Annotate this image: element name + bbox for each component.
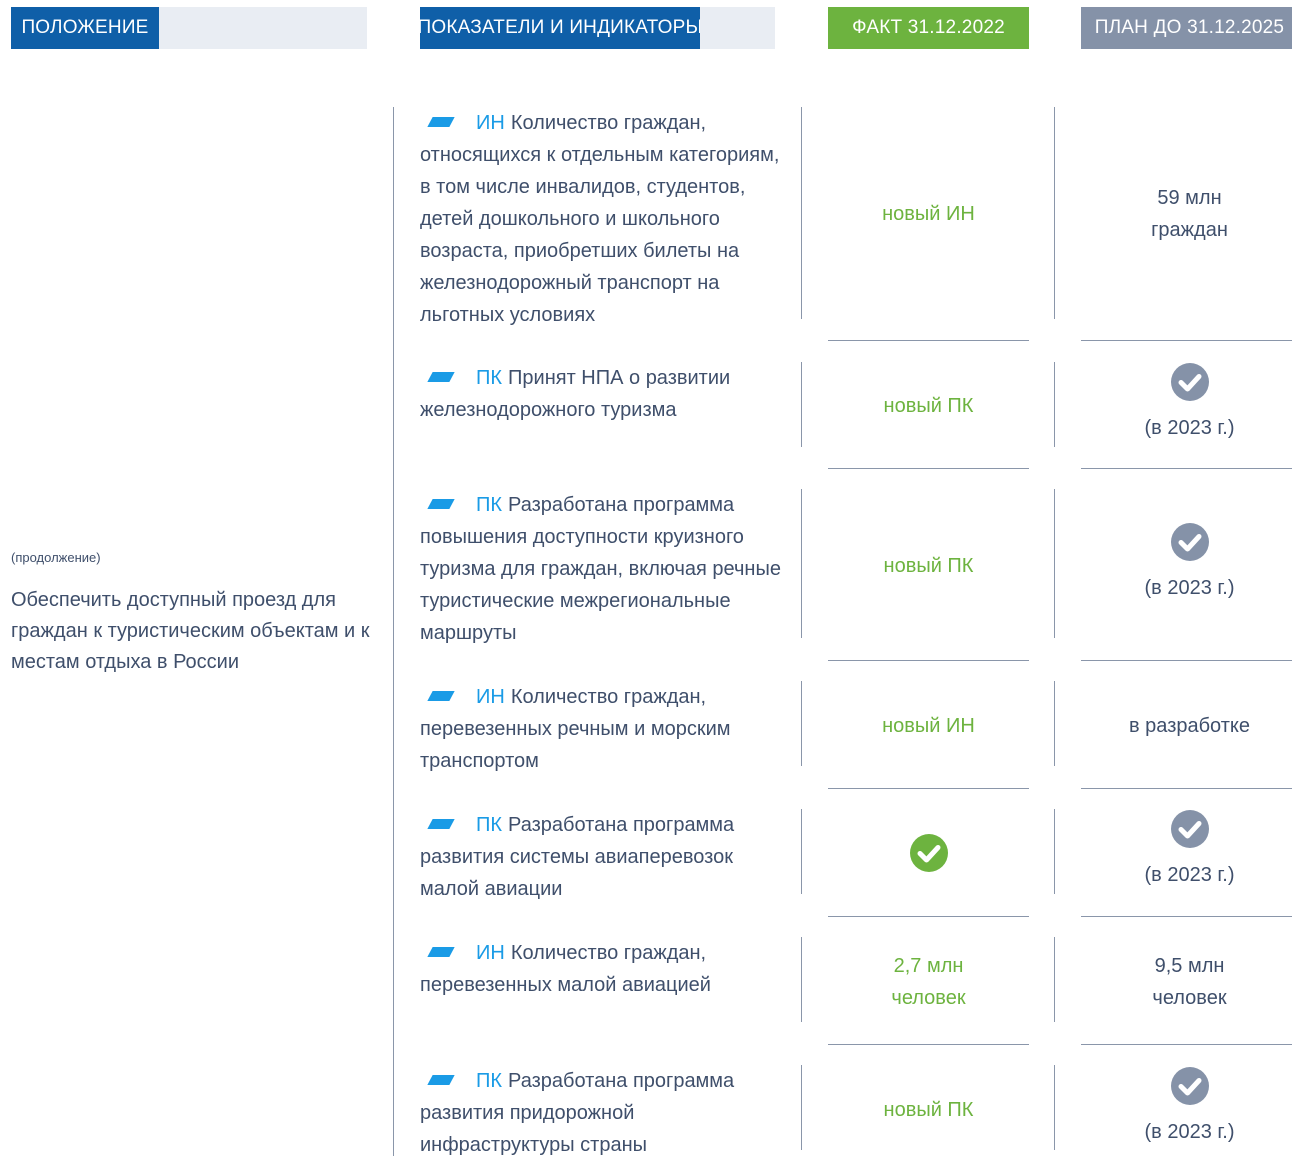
header-position: ПОЛОЖЕНИЕ xyxy=(11,7,367,49)
indicator-marker-icon xyxy=(427,946,455,957)
indicator-text: ПК Разработана программа развития системы… xyxy=(420,809,790,905)
row-separator xyxy=(1081,660,1292,661)
indicator-code: ИН xyxy=(476,942,505,964)
column-divider xyxy=(1054,362,1055,447)
row-separator xyxy=(828,916,1029,917)
fact-value: новый ПК xyxy=(883,1099,974,1121)
indicator-code: ПК xyxy=(476,494,503,516)
plan-value: (в 2023 г.) xyxy=(1081,809,1292,891)
indicator-text: ПК Принят НПА о развитии железнодорожного… xyxy=(420,362,790,426)
column-divider xyxy=(801,107,802,319)
column-divider xyxy=(801,1065,802,1150)
fact-check-icon xyxy=(909,834,948,872)
fact-value: новый ИН xyxy=(882,715,975,737)
plan-value: (в 2023 г.) xyxy=(1081,522,1292,604)
indicator-description: Количество граждан, перевезенных малой а… xyxy=(420,942,711,996)
row-separator xyxy=(1081,340,1292,341)
fact-value: новый ИН xyxy=(882,203,975,225)
row-separator xyxy=(1081,916,1292,917)
column-divider xyxy=(801,809,802,894)
indicator-description: Разработана программа развития придорожн… xyxy=(420,1070,735,1156)
indicator-text: ПК Разработана программа повышения доступ… xyxy=(420,489,790,649)
plan-year: (в 2023 г.) xyxy=(1144,417,1235,439)
indicator-code: ИН xyxy=(476,686,505,708)
row-separator xyxy=(1081,788,1292,789)
column-divider xyxy=(1054,489,1055,638)
indicator-code: ПК xyxy=(476,367,503,389)
header-fact: ФАКТ 31.12.2022 xyxy=(828,7,1029,49)
indicator-code: ИН xyxy=(476,112,505,134)
column-divider xyxy=(1054,681,1055,766)
header-indicators-label: ПОКАЗАТЕЛИ И ИНДИКАТОРЫ xyxy=(417,7,702,49)
column-divider xyxy=(1054,937,1055,1022)
header-fact-label: ФАКТ 31.12.2022 xyxy=(828,7,1029,49)
indicator-description: Количество граждан, относящихся к отдель… xyxy=(420,112,780,326)
column-divider xyxy=(801,937,802,1022)
row-separator xyxy=(1081,1044,1292,1045)
position-text: Обеспечить доступный проезд для граждан … xyxy=(11,589,370,673)
row-separator xyxy=(828,340,1029,341)
fact-value: новый ПК xyxy=(883,555,974,577)
plan-year: (в 2023 г.) xyxy=(1144,864,1235,886)
plan-year: (в 2023 г.) xyxy=(1144,1121,1235,1143)
header-plan: ПЛАН ДО 31.12.2025 xyxy=(1081,7,1292,49)
plan-value: (в 2023 г.) xyxy=(1081,1066,1292,1148)
indicator-description: Принят НПА о развитии железнодорожного т… xyxy=(420,367,731,421)
row-separator xyxy=(1081,468,1292,469)
row-separator xyxy=(828,1044,1029,1045)
indicator-text: ПК Разработана программа развития придоро… xyxy=(420,1065,790,1161)
header-position-label: ПОЛОЖЕНИЕ xyxy=(11,7,159,49)
indicator-marker-icon xyxy=(427,818,455,829)
indicator-code: ПК xyxy=(476,814,503,836)
row-separator xyxy=(828,660,1029,661)
column-divider xyxy=(1054,107,1055,319)
indicator-marker-icon xyxy=(427,371,455,382)
row-separator xyxy=(828,468,1029,469)
column-divider xyxy=(801,489,802,638)
fact-value: новый ПК xyxy=(883,395,974,417)
indicator-marker-icon xyxy=(427,1074,455,1085)
indicator-text: ИН Количество граждан, перевезенных малой… xyxy=(420,937,790,1001)
row-separator xyxy=(828,788,1029,789)
indicator-marker-icon xyxy=(427,498,455,509)
continuation-note: (продолжение) xyxy=(11,550,101,565)
plan-check-icon xyxy=(1170,1067,1209,1105)
plan-value: 59 млн граждан xyxy=(1151,187,1228,241)
fact-value xyxy=(828,833,1029,873)
column-divider xyxy=(801,362,802,447)
column-divider xyxy=(1054,809,1055,894)
indicator-description: Разработана программа повышения доступно… xyxy=(420,494,781,644)
plan-value: в разработке xyxy=(1128,715,1250,737)
column-divider xyxy=(801,681,802,766)
header-plan-label: ПЛАН ДО 31.12.2025 xyxy=(1081,7,1292,49)
fact-value: 2,7 млн человек xyxy=(891,955,966,1009)
header-indicators: ПОКАЗАТЕЛИ И ИНДИКАТОРЫ xyxy=(417,7,775,49)
plan-check-icon xyxy=(1170,810,1209,848)
indicator-text: ИН Количество граждан, относящихся к отде… xyxy=(420,107,790,331)
plan-value: 9,5 млн человек xyxy=(1152,955,1227,1009)
plan-year: (в 2023 г.) xyxy=(1144,577,1235,599)
indicator-marker-icon xyxy=(427,690,455,701)
column-divider xyxy=(1054,1065,1055,1150)
plan-check-icon xyxy=(1170,363,1209,401)
plan-check-icon xyxy=(1170,523,1209,561)
indicator-marker-icon xyxy=(427,116,455,127)
plan-value: (в 2023 г.) xyxy=(1081,362,1292,444)
indicator-code: ПК xyxy=(476,1070,503,1092)
indicator-description: Разработана программа развития системы а… xyxy=(420,814,735,900)
indicator-text: ИН Количество граждан, перевезенных речны… xyxy=(420,681,790,777)
indicator-description: Количество граждан, перевезенных речным … xyxy=(420,686,731,772)
indicators-divider xyxy=(393,107,394,1156)
